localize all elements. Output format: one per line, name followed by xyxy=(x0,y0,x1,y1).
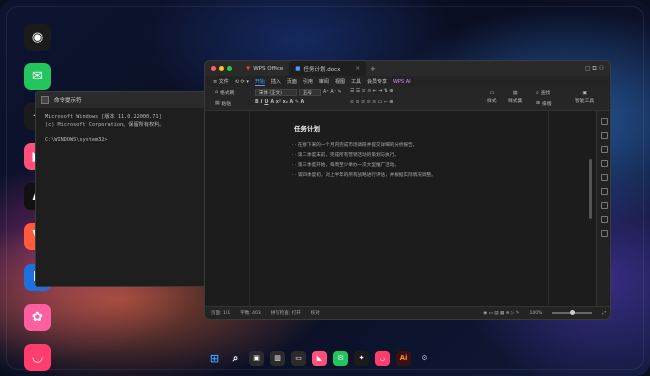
sidebar-tool-icon[interactable] xyxy=(601,132,608,139)
menu-member[interactable]: 会员专享 xyxy=(367,78,387,85)
window-controls-icon[interactable]: ▢ ⧉ ⚇ xyxy=(585,65,604,73)
doc-icon: ■ xyxy=(295,65,301,72)
ai-taskbar-icon[interactable]: Ai xyxy=(396,350,411,366)
doc-list: · 在接下来的一个月内完成市场调研并提交详细的分析报告。 · 第二季度末前，完成… xyxy=(292,141,436,181)
proofread[interactable]: 校对 xyxy=(311,310,320,316)
new-tab-icon[interactable]: + xyxy=(370,65,376,73)
menu-home[interactable]: 开始 xyxy=(254,78,265,86)
menu-toolbar-icons[interactable]: ⟲ ⟳ ▾ xyxy=(235,79,249,85)
ribbon: ⌂ 格式刷 ▤ 粘贴 宋体 (正文) 五号 A⁺ A⁻ ✎ B I U A x² x₂ … xyxy=(205,87,610,111)
menu-file[interactable]: ≡ 文件 xyxy=(213,78,229,85)
app-pink-icon[interactable]: ✿ xyxy=(24,304,51,331)
menu-wps-ai[interactable]: WPS AI xyxy=(393,79,411,85)
sidebar-tool-icon[interactable] xyxy=(601,174,608,181)
widgets-icon[interactable]: ▥ xyxy=(270,350,285,366)
maximize-dot-icon[interactable] xyxy=(227,66,232,71)
paste-icon[interactable]: ▤ xyxy=(215,101,220,106)
page-count: 页面: 1/1 xyxy=(211,311,231,316)
font-grow-icons[interactable]: A⁺ A⁻ ✎ xyxy=(323,90,342,95)
taskbar: ⊞ ⌕ ▣ ▥ ▭ ◣ ✉ ✦ ◡ Ai ⚙ xyxy=(201,346,434,370)
tab-label: 任务计划.docx xyxy=(303,66,341,73)
paste-label[interactable]: 粘贴 xyxy=(222,100,232,107)
menu-insert[interactable]: 插入 xyxy=(271,78,281,85)
windows-start-icon[interactable]: ⊞ xyxy=(207,351,222,366)
wps-logo-icon: ▼ xyxy=(246,65,251,72)
view-mode-icons[interactable]: ◉ ▭ ▤ ▦ ⊕ ▷ ✎ xyxy=(483,311,519,316)
document-page[interactable]: 任务计划 · 在接下来的一个月内完成市场调研并提交详细的分析报告。 · 第二季度… xyxy=(249,111,549,308)
tab-bar: ▼ WPS Office ■ 任务计划.docx ✕ + ▢ ⧉ ⚇ xyxy=(205,61,610,76)
search-icon[interactable]: ⌕ xyxy=(228,351,243,366)
minimize-dot-icon[interactable] xyxy=(219,66,224,71)
menu-bar: ≡ 文件 ⟲ ⟳ ▾ 开始 插入 页面 引用 审阅 视图 工具 会员专享 WPS… xyxy=(205,76,610,87)
sidebar-tool-icon[interactable] xyxy=(601,160,608,167)
format-painter-icon[interactable]: ⌂ xyxy=(215,90,218,95)
list-item: · 第三季度开始，每周至少举办一次大型推广活动。 xyxy=(292,161,436,171)
wechat-taskbar-icon[interactable]: ✉ xyxy=(333,350,348,366)
menu-page[interactable]: 页面 xyxy=(287,78,297,85)
status-bar: 页面: 1/1 字数: 403 拼写检查: 打开 校对 ◉ ▭ ▤ ▦ ⊕ ▷ … xyxy=(205,306,610,319)
font-name-select[interactable]: 宋体 (正文) xyxy=(255,89,297,96)
text-format-icons[interactable]: B I U A x² x₂ A ✎ A xyxy=(255,100,304,105)
tab-label: WPS Office xyxy=(253,65,284,72)
doc-title: 任务计划 xyxy=(294,125,320,133)
font-size-select[interactable]: 五号 xyxy=(299,89,321,96)
tab-wps-office[interactable]: ▼ WPS Office xyxy=(240,61,289,76)
format-painter-label[interactable]: 格式刷 xyxy=(220,89,234,96)
bookmark-app-taskbar-icon[interactable]: ◣ xyxy=(312,350,327,366)
menu-review[interactable]: 审阅 xyxy=(319,78,329,85)
sidebar-tool-icon[interactable] xyxy=(601,202,608,209)
style-label[interactable]: 样式 xyxy=(487,97,497,104)
wechat-icon[interactable]: ✉ xyxy=(24,63,51,90)
desktop: ◉✉✦◣AVE✿◡ 命令提示符 Microsoft Windows [版本 11… xyxy=(0,0,650,376)
styleset-icon[interactable]: ▤ xyxy=(513,91,518,96)
fullscreen-icon[interactable]: ⤢ xyxy=(602,310,606,316)
paragraph-icons-row1[interactable]: ☰ ☰ ≡ ≡ ⇤ ⇥ ⇅ ⊞ xyxy=(350,89,393,94)
app-taskbar-icon[interactable]: ◡ xyxy=(375,350,390,366)
zoom-slider[interactable] xyxy=(552,310,593,315)
menu-tools[interactable]: 工具 xyxy=(351,78,361,85)
steam-taskbar-icon[interactable]: ⚙ xyxy=(417,351,432,366)
right-sidebar xyxy=(596,111,610,308)
paragraph-icons-row2[interactable]: ≡ ≡ ≡ ≡ ≡ ▭ ⌐ ⊞ xyxy=(350,100,393,105)
list-item: · 第四季度初，对上半年的所有战略进行评估，并根据实际情况调整。 xyxy=(292,171,436,181)
cmd-title: 命令提示符 xyxy=(54,98,82,104)
task-view-icon[interactable]: ▣ xyxy=(249,350,264,366)
menu-reference[interactable]: 引用 xyxy=(303,78,313,85)
terminal-icon[interactable]: ▭ xyxy=(291,350,306,366)
cmd-icon xyxy=(41,96,49,104)
list-item: · 第二季度末前，完成所有营销活动的策划与执行。 xyxy=(292,151,436,161)
layout-label[interactable]: 排版 xyxy=(542,100,552,107)
tab-close-icon[interactable]: ✕ xyxy=(355,66,360,72)
find-label[interactable]: 查找 xyxy=(541,89,551,96)
document-area[interactable]: 任务计划 · 在接下来的一个月内完成市场调研并提交详细的分析报告。 · 第二季度… xyxy=(205,111,610,308)
menu-view[interactable]: 视图 xyxy=(335,78,345,85)
wps-window[interactable]: ▼ WPS Office ■ 任务计划.docx ✕ + ▢ ⧉ ⚇ ≡ 文件 … xyxy=(204,60,611,320)
word-count: 字数: 403 xyxy=(240,311,261,316)
layout-icon[interactable]: ⊞ xyxy=(536,101,540,106)
spell-check[interactable]: 拼写检查: 打开 xyxy=(271,310,301,316)
smart-tools-icon[interactable]: ▣ xyxy=(582,91,587,96)
app-cup-icon[interactable]: ◡ xyxy=(24,344,51,371)
list-item: · 在接下来的一个月内完成市场调研并提交详细的分析报告。 xyxy=(292,141,436,151)
smart-tools-label[interactable]: 智能工具 xyxy=(575,97,594,104)
sidebar-tool-icon[interactable] xyxy=(601,118,608,125)
close-dot-icon[interactable] xyxy=(211,66,216,71)
zoom-level: 100% xyxy=(529,310,543,316)
github-icon[interactable]: ◉ xyxy=(24,24,51,51)
scrollbar[interactable] xyxy=(589,159,592,219)
figma-taskbar-icon[interactable]: ✦ xyxy=(354,350,369,366)
sidebar-tool-icon[interactable] xyxy=(601,216,608,223)
sidebar-tool-icon[interactable] xyxy=(601,188,608,195)
find-icon[interactable]: ⌕ xyxy=(536,90,539,96)
tab-document[interactable]: ■ 任务计划.docx ✕ xyxy=(289,61,366,76)
styleset-label[interactable]: 样式集 xyxy=(508,97,522,104)
sidebar-tool-icon[interactable] xyxy=(601,146,608,153)
style-icon[interactable]: ▭ xyxy=(490,91,495,96)
sidebar-tool-icon[interactable] xyxy=(601,230,608,237)
